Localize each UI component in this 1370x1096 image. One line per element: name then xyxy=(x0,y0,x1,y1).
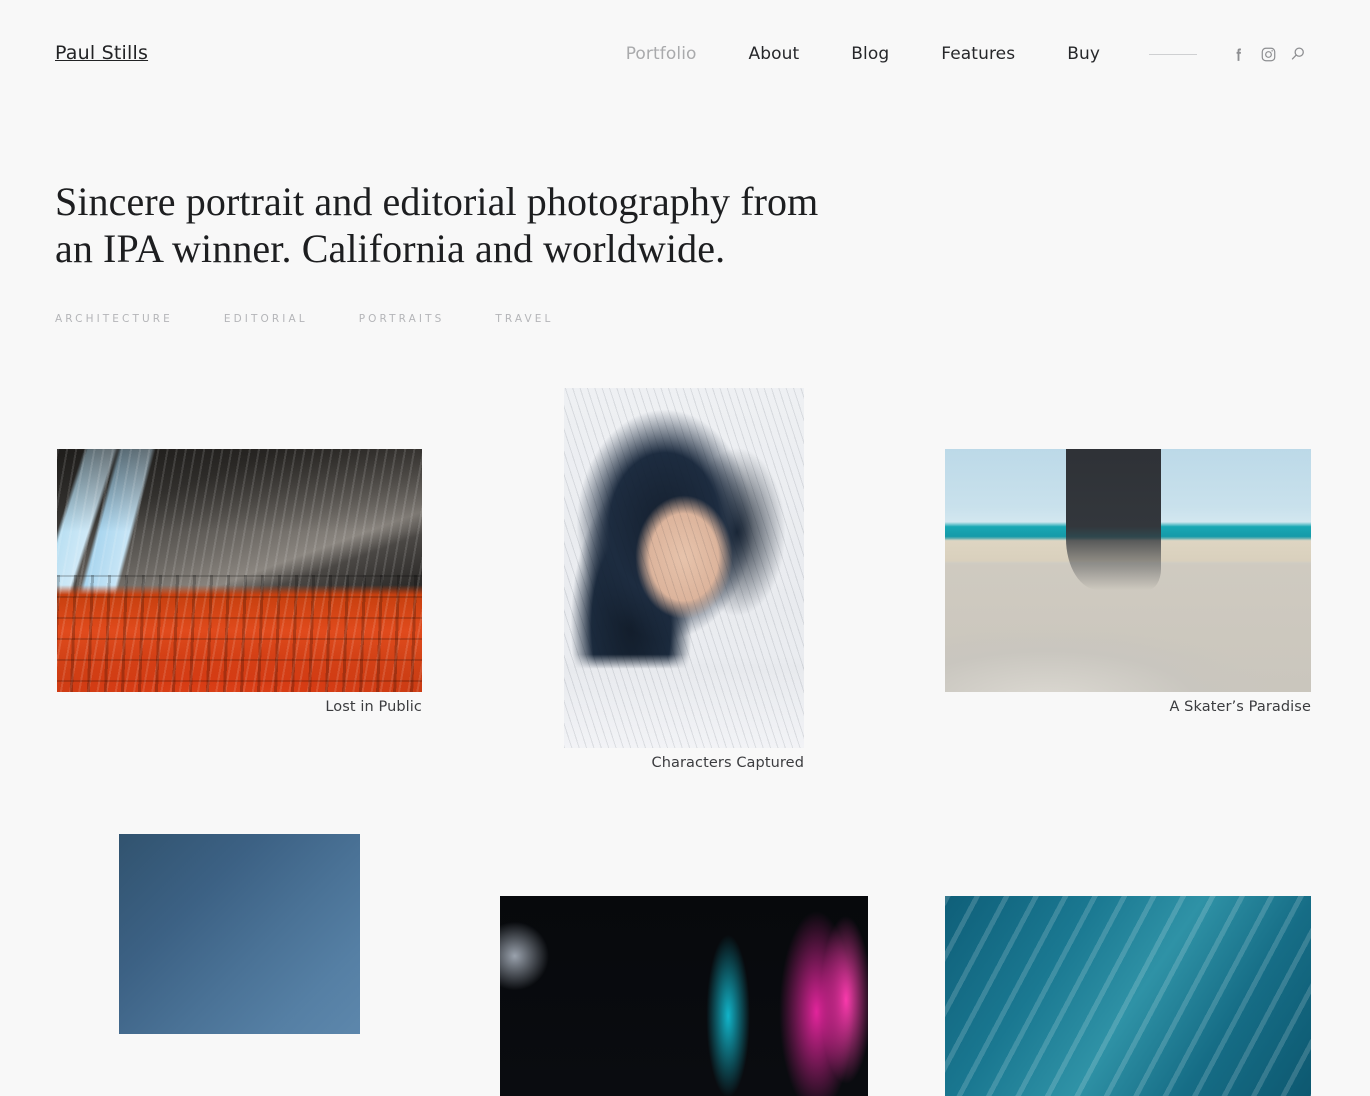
social-links xyxy=(1223,39,1313,69)
site-header: Paul Stills Portfolio About Blog Feature… xyxy=(0,0,1370,108)
photo-caption: A Skater’s Paradise xyxy=(1169,699,1311,715)
category-architecture[interactable]: Architecture xyxy=(55,313,173,325)
hero-title-line-2: an IPA winner. California and worldwide. xyxy=(55,226,726,271)
nav-item-portfolio[interactable]: Portfolio xyxy=(600,45,723,63)
gallery-item[interactable] xyxy=(119,834,360,1034)
photo-stadium-seating-architecture[interactable] xyxy=(57,449,422,692)
site-brand[interactable]: Paul Stills xyxy=(55,43,148,63)
category-portraits[interactable]: Portraits xyxy=(359,313,445,325)
photo-caption: Lost in Public xyxy=(325,699,422,715)
category-editorial[interactable]: Editorial xyxy=(224,313,308,325)
nav-item-buy[interactable]: Buy xyxy=(1041,45,1126,63)
nav-item-blog[interactable]: Blog xyxy=(825,45,915,63)
gallery-item[interactable]: Characters Captured xyxy=(564,388,804,771)
header-divider xyxy=(1149,53,1197,55)
photo-neon-night[interactable] xyxy=(500,896,868,1096)
photo-woman-portrait[interactable] xyxy=(564,388,804,748)
search-icon[interactable] xyxy=(1283,39,1313,69)
facebook-icon[interactable] xyxy=(1223,39,1253,69)
hero-title-line-1: Sincere portrait and editorial photograp… xyxy=(55,179,819,224)
gallery-item[interactable]: A Skater’s Paradise xyxy=(945,449,1311,715)
portfolio-gallery: Lost in Public Characters Captured A Ska… xyxy=(0,0,1370,1096)
instagram-icon[interactable] xyxy=(1253,39,1283,69)
photo-blue-gradient[interactable] xyxy=(119,834,360,1034)
photo-teal-water[interactable] xyxy=(945,896,1311,1096)
category-filter: Architecture Editorial Portraits Travel xyxy=(55,313,604,325)
category-travel[interactable]: Travel xyxy=(495,313,553,325)
main-navigation: Portfolio About Blog Features Buy xyxy=(600,45,1126,63)
hero-section: Sincere portrait and editorial photograp… xyxy=(55,178,855,272)
photo-caption: Characters Captured xyxy=(651,755,804,771)
nav-item-features[interactable]: Features xyxy=(915,45,1041,63)
photo-skatepark-beach[interactable] xyxy=(945,449,1311,692)
gallery-item[interactable] xyxy=(500,896,868,1096)
header-nav-cluster: Portfolio About Blog Features Buy xyxy=(600,39,1313,69)
gallery-item[interactable] xyxy=(945,896,1311,1096)
nav-item-about[interactable]: About xyxy=(723,45,826,63)
gallery-item[interactable]: Lost in Public xyxy=(57,449,422,715)
page-title: Sincere portrait and editorial photograp… xyxy=(55,178,855,272)
